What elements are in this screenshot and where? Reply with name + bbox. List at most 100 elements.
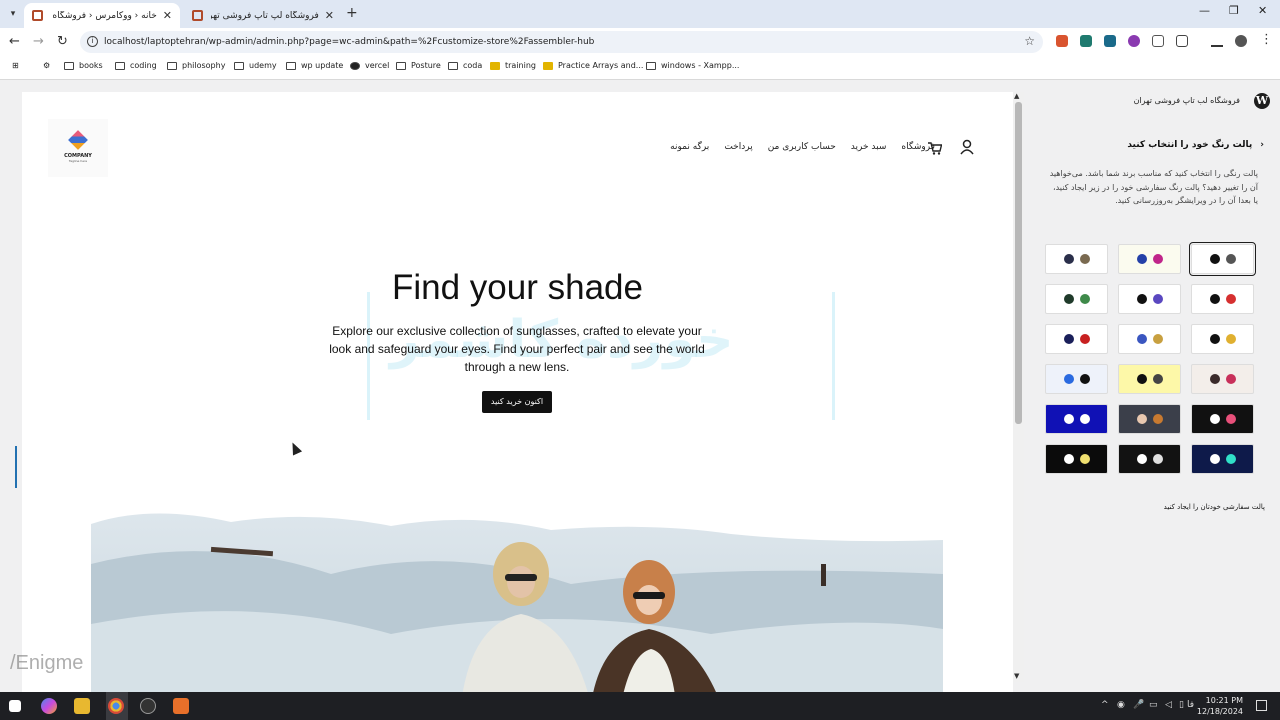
address-bar[interactable]: i localhost/laptoptehran/wp-admin/admin.… bbox=[80, 31, 1043, 53]
extension-icon[interactable] bbox=[1080, 35, 1092, 47]
bookmark-posture[interactable]: Posture bbox=[396, 61, 441, 70]
chevron-right-icon[interactable]: › bbox=[1260, 140, 1264, 150]
bookmark-wp-update[interactable]: wp update bbox=[286, 61, 343, 70]
color-palette-option[interactable] bbox=[1118, 324, 1181, 354]
windows-start-icon[interactable] bbox=[9, 700, 21, 712]
color-palette-option[interactable] bbox=[1045, 404, 1108, 434]
minimize-icon[interactable]: — bbox=[1199, 4, 1210, 17]
bookmark-practice-arrays[interactable]: Practice Arrays and... bbox=[543, 61, 643, 70]
bookmark-label: coda bbox=[463, 61, 483, 70]
forward-icon[interactable]: → bbox=[33, 34, 44, 50]
color-palette-option[interactable] bbox=[1191, 404, 1254, 434]
nav-checkout[interactable]: پرداخت bbox=[724, 142, 752, 152]
language-indicator[interactable]: فا bbox=[1187, 700, 1194, 710]
download-icon[interactable] bbox=[1211, 35, 1223, 47]
tab-woocommerce-home[interactable]: خانه ‹ ووکامرس ‹ فروشگاه لب تاب ✕ bbox=[24, 3, 180, 28]
woocommerce-favicon-icon bbox=[32, 10, 43, 21]
network-icon[interactable]: ▭ bbox=[1149, 700, 1158, 710]
color-palette-option[interactable] bbox=[1118, 284, 1181, 314]
bookmark-windows-xampp[interactable]: windows - Xampp... bbox=[646, 61, 739, 70]
wordpress-logo-icon[interactable]: W bbox=[1254, 93, 1270, 109]
bookmark-label: wp update bbox=[301, 61, 344, 70]
bookmark-star-icon[interactable]: ☆ bbox=[1024, 34, 1035, 48]
bookmark-training[interactable]: training bbox=[490, 61, 536, 70]
scroll-up-icon[interactable]: ▲ bbox=[1014, 92, 1019, 100]
bookmark-coding[interactable]: coding bbox=[115, 61, 157, 70]
create-custom-palette-link[interactable]: پالت سفارشی خودتان را ایجاد کنید bbox=[1164, 503, 1265, 511]
restore-icon[interactable]: ❐ bbox=[1229, 4, 1239, 17]
reload-icon[interactable]: ↻ bbox=[57, 34, 68, 50]
palette-color-dot bbox=[1136, 454, 1147, 464]
clock-time: 10:21 PM bbox=[1205, 696, 1243, 705]
color-palette-option[interactable] bbox=[1191, 284, 1254, 314]
palette-color-dot bbox=[1225, 334, 1236, 344]
file-explorer-icon[interactable] bbox=[74, 698, 90, 714]
extension-icon[interactable] bbox=[1128, 35, 1140, 47]
nav-cart[interactable]: سبد خرید bbox=[851, 142, 887, 152]
bookmark-gear-icon[interactable]: ⚙ bbox=[43, 61, 50, 70]
xampp-icon[interactable] bbox=[173, 698, 189, 714]
tray-app-icon[interactable]: ◉ bbox=[1117, 700, 1125, 710]
nav-sample-page[interactable]: برگه نمونه bbox=[670, 142, 709, 152]
apps-grid-icon[interactable]: ⊞ bbox=[12, 61, 19, 70]
color-palette-option[interactable] bbox=[1189, 242, 1256, 276]
bookmark-vercel[interactable]: vercel bbox=[350, 61, 389, 70]
preview-scrollbar[interactable]: ▲ ▼ bbox=[1013, 92, 1024, 682]
close-tab-icon[interactable]: ✕ bbox=[163, 9, 172, 22]
color-palette-option[interactable] bbox=[1045, 244, 1108, 274]
color-palette-option[interactable] bbox=[1191, 324, 1254, 354]
scrollbar-thumb[interactable] bbox=[1015, 102, 1022, 424]
color-palette-option[interactable] bbox=[1118, 244, 1181, 274]
nav-my-account[interactable]: حساب کاربری من bbox=[768, 142, 836, 152]
wp-update-icon bbox=[286, 61, 296, 70]
more-menu-icon[interactable]: ⋮ bbox=[1260, 32, 1273, 48]
palette-color-dot bbox=[1209, 374, 1220, 384]
system-clock[interactable]: 10:21 PM 12/18/2024 bbox=[1197, 695, 1243, 717]
color-palette-option[interactable] bbox=[1118, 364, 1181, 394]
extension-icon[interactable] bbox=[1104, 35, 1116, 47]
back-icon[interactable]: ← bbox=[9, 34, 20, 50]
copilot-icon[interactable] bbox=[41, 698, 57, 714]
chrome-icon[interactable] bbox=[108, 698, 124, 714]
volume-icon[interactable]: ◁ bbox=[1165, 700, 1172, 710]
bookmark-philosophy[interactable]: philosophy bbox=[167, 61, 225, 70]
tab-search-icon[interactable]: ▾ bbox=[5, 6, 21, 22]
palette-color-dot bbox=[1152, 294, 1163, 304]
battery-icon[interactable]: ▯ bbox=[1179, 700, 1184, 710]
color-palette-option[interactable] bbox=[1191, 444, 1254, 474]
site-preview-frame: COMPANY Tagline here فروشگاه سبد خرید حس… bbox=[22, 92, 1013, 692]
shop-now-button[interactable]: اکنون خرید کنید bbox=[482, 391, 552, 413]
palette-color-dot bbox=[1136, 254, 1147, 264]
color-palette-option[interactable] bbox=[1045, 324, 1108, 354]
hero-title: Find your shade bbox=[392, 268, 643, 307]
mouse-cursor-icon bbox=[287, 440, 303, 456]
close-window-icon[interactable]: ✕ bbox=[1258, 4, 1267, 17]
palette-heading-row[interactable]: پالت رنگ خود را انتخاب کنید › bbox=[1127, 140, 1264, 150]
profile-avatar[interactable] bbox=[1235, 35, 1247, 47]
color-palette-option[interactable] bbox=[1045, 444, 1108, 474]
close-tab-icon[interactable]: ✕ bbox=[325, 9, 334, 22]
tray-chevron-up-icon[interactable]: ^ bbox=[1101, 700, 1109, 710]
account-icon[interactable] bbox=[959, 139, 975, 158]
microphone-icon[interactable]: 🎤 bbox=[1133, 700, 1144, 710]
logo-tagline: Tagline here bbox=[68, 159, 88, 163]
color-palette-option[interactable] bbox=[1118, 444, 1181, 474]
tab-store-front[interactable]: فروشگاه لپ تاپ فروشی تهران ✕ bbox=[184, 3, 342, 28]
scroll-down-icon[interactable]: ▼ bbox=[1014, 672, 1019, 680]
color-palette-option[interactable] bbox=[1045, 284, 1108, 314]
color-palette-option[interactable] bbox=[1191, 364, 1254, 394]
obs-icon[interactable] bbox=[140, 698, 156, 714]
extension-icon[interactable] bbox=[1056, 35, 1068, 47]
bookmark-books[interactable]: books bbox=[64, 61, 103, 70]
nav-shop[interactable]: فروشگاه bbox=[901, 142, 935, 152]
notification-icon[interactable] bbox=[1256, 700, 1267, 711]
extensions-puzzle-icon[interactable] bbox=[1176, 35, 1188, 47]
color-palette-option[interactable] bbox=[1118, 404, 1181, 434]
shield-extension-icon[interactable] bbox=[1152, 35, 1164, 47]
site-logo[interactable]: COMPANY Tagline here bbox=[48, 119, 108, 177]
bookmark-udemy[interactable]: udemy bbox=[234, 61, 277, 70]
bookmark-coda[interactable]: coda bbox=[448, 61, 482, 70]
color-palette-option[interactable] bbox=[1045, 364, 1108, 394]
site-info-icon[interactable]: i bbox=[87, 36, 98, 47]
new-tab-icon[interactable]: + bbox=[346, 5, 358, 21]
